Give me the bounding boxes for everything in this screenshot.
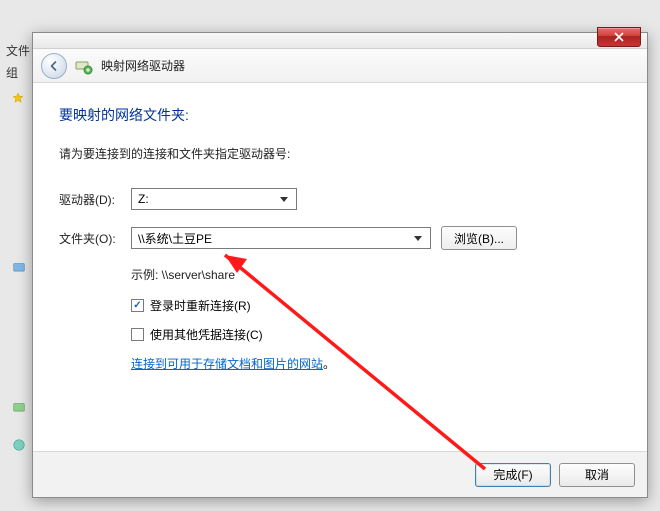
drive-select[interactable]: Z:	[131, 188, 297, 210]
period: 。	[323, 357, 335, 371]
dialog-instruction: 请为要连接到的连接和文件夹指定驱动器号:	[59, 145, 621, 162]
folder-value: \\系统\土豆PE	[138, 230, 212, 247]
folder-row: 文件夹(O): \\系统\土豆PE 浏览(B)...	[59, 226, 621, 250]
map-network-drive-dialog: 映射网络驱动器 要映射的网络文件夹: 请为要连接到的连接和文件夹指定驱动器号: …	[32, 32, 648, 498]
dialog-footer: 完成(F) 取消	[33, 451, 647, 497]
website-link-row: 连接到可用于存储文档和图片的网站。	[131, 355, 621, 372]
folder-combobox[interactable]: \\系统\土豆PE	[131, 227, 431, 249]
browse-button[interactable]: 浏览(B)...	[441, 226, 517, 250]
star-icon	[12, 92, 24, 104]
cancel-button[interactable]: 取消	[559, 463, 635, 487]
dialog-content: 要映射的网络文件夹: 请为要连接到的连接和文件夹指定驱动器号: 驱动器(D): …	[33, 83, 647, 451]
chevron-down-icon	[410, 230, 426, 246]
reconnect-label: 登录时重新连接(R)	[150, 297, 251, 314]
folder-icon	[12, 400, 26, 414]
back-button[interactable]	[41, 53, 67, 79]
close-icon	[614, 32, 624, 42]
drive-row: 驱动器(D): Z:	[59, 188, 621, 210]
cancel-label: 取消	[585, 466, 609, 483]
globe-icon	[12, 438, 26, 452]
titlebar	[33, 33, 647, 49]
finish-button[interactable]: 完成(F)	[475, 463, 551, 487]
browse-label: 浏览(B)...	[454, 230, 504, 247]
other-creds-row: 使用其他凭据连接(C)	[131, 326, 621, 343]
other-creds-label: 使用其他凭据连接(C)	[150, 326, 263, 343]
drive-value: Z:	[138, 192, 149, 206]
drive-network-icon	[75, 57, 93, 75]
example-text: 示例: \\server\share	[131, 266, 621, 283]
close-button[interactable]	[597, 27, 641, 47]
chevron-down-icon	[276, 191, 292, 207]
wizard-header: 映射网络驱动器	[33, 49, 647, 83]
other-creds-checkbox[interactable]	[131, 328, 144, 341]
dialog-heading: 要映射的网络文件夹:	[59, 105, 621, 125]
arrow-left-icon	[48, 60, 60, 72]
drive-label: 驱动器(D):	[59, 191, 131, 208]
background-text: 组	[6, 64, 18, 81]
folder-icon	[12, 260, 26, 274]
reconnect-row: 登录时重新连接(R)	[131, 297, 621, 314]
website-link[interactable]: 连接到可用于存储文档和图片的网站	[131, 357, 323, 371]
folder-label: 文件夹(O):	[59, 230, 131, 247]
reconnect-checkbox[interactable]	[131, 299, 144, 312]
background-text: 文件	[6, 42, 30, 59]
window-title: 映射网络驱动器	[101, 57, 185, 74]
finish-label: 完成(F)	[493, 466, 532, 483]
